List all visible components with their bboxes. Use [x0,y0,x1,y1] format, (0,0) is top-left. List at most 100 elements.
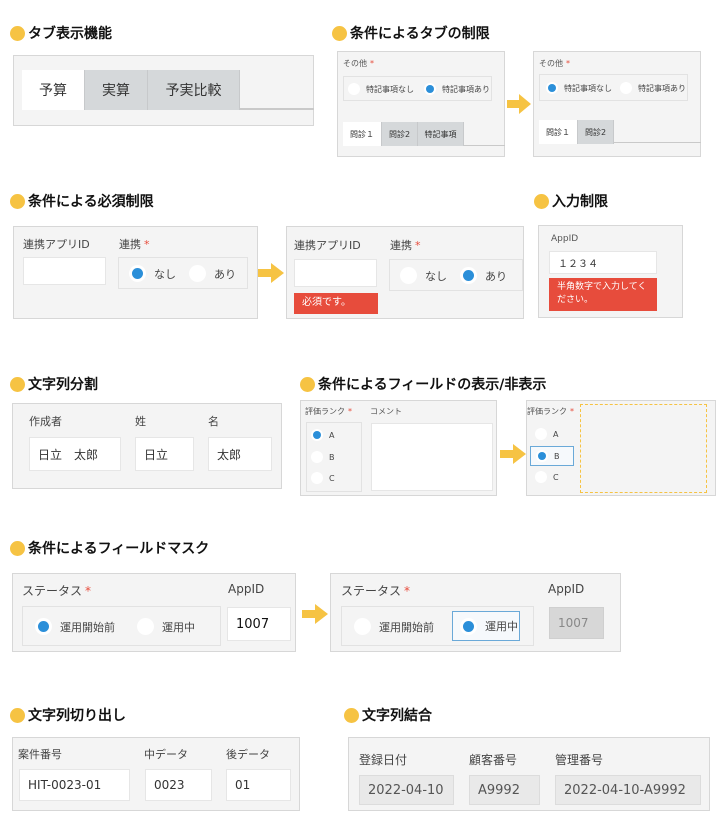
section-heading-field-mask: 条件によるフィールドマスク [10,538,209,558]
bullet-icon [10,540,25,556]
radio-none[interactable]: なし [400,267,447,284]
radio-selected-icon [546,82,558,94]
trailing-data-input[interactable]: 01 [226,769,291,801]
appid-masked-input: 1007 [549,607,604,639]
substring-panel: 案件番号 HIT-0023-01 中データ 0023 後データ 01 [12,737,300,811]
string-split-panel: 作成者 日立 太郎 姓 日立 名 太郎 [12,403,282,489]
radio-rank-b[interactable]: B [311,451,335,463]
radio-icon [400,267,417,284]
required-error-message: 必須です。 [294,293,378,314]
radio-pre-operation[interactable]: 運用開始前 [35,618,115,635]
radio-has-notes[interactable]: 特記事項あり [620,82,686,94]
radio-no-notes[interactable]: 特記事項なし [546,82,612,94]
radio-rank-a[interactable]: A [535,428,558,440]
bullet-icon [10,707,25,723]
radio-no-notes[interactable]: 特記事項なし [348,83,414,95]
radio-group: 特記事項なし 特記事項あり [343,76,492,101]
conditional-tab-after-panel: その他 * 特記事項なし 特記事項あり 問診１ 問診2 [533,51,701,157]
radio-selected-icon [35,618,52,635]
radio-icon [311,451,323,463]
link-label: 連携 * [119,238,150,251]
tab-bar: 予算 実算 予実比較 [22,70,240,110]
tab-comparison[interactable]: 予実比較 [148,70,240,110]
tab-underline [240,108,314,110]
radio-yes[interactable]: あり [460,267,507,284]
tab-display-panel: 予算 実算 予実比較 [13,55,314,126]
case-number-input[interactable]: HIT-0023-01 [19,769,130,801]
given-name-label: 名 [208,415,219,428]
tab-actual[interactable]: 実算 [85,70,148,110]
customer-number-label: 顧客番号 [469,753,518,767]
radio-icon [535,471,547,483]
bullet-icon [10,25,25,41]
hidden-comment-area [580,404,707,493]
tab-interview-2[interactable]: 問診2 [578,120,614,144]
conditional-visibility-after-panel: 評価ランク * A B C [526,400,716,496]
section-heading-substring: 文字列切り出し [10,705,126,725]
bullet-icon [300,376,315,392]
middle-data-label: 中データ [144,748,188,761]
radio-none[interactable]: なし [129,265,176,282]
surname-input[interactable]: 日立 [135,437,194,471]
radio-group: 運用開始前 運用中 [341,606,534,646]
radio-icon [535,428,547,440]
linked-app-id-input[interactable] [294,259,377,287]
appid-input[interactable]: 1007 [227,607,291,641]
radio-rank-c[interactable]: C [311,472,335,484]
conditional-tab-before-panel: その他 * 特記事項なし 特記事項あり 問診１ 問診2 特記事項 [337,51,505,157]
section-heading-tab-display: タブ表示機能 [10,23,112,43]
radio-in-operation[interactable]: 運用中 [452,611,520,641]
appid-label: AppID [228,582,265,596]
bullet-icon [10,376,25,392]
section-heading-concat: 文字列結合 [344,705,432,725]
conditional-required-after-panel: 連携アプリID 必須です。 連携 * なし あり [286,226,524,319]
radio-rank-c[interactable]: C [535,471,559,483]
radio-group: 特記事項なし 特記事項あり [539,74,688,101]
middle-data-input[interactable]: 0023 [145,769,212,801]
linked-app-id-label: 連携アプリID [294,239,361,252]
tab-budget[interactable]: 予算 [22,70,85,110]
tab-special-notes[interactable]: 特記事項 [418,122,464,146]
section-heading-conditional-visibility: 条件によるフィールドの表示/非表示 [300,374,546,394]
registration-date-label: 登録日付 [359,753,408,767]
appid-input[interactable]: １２３４ [549,251,657,274]
radio-selected-icon [536,450,548,462]
management-number-input: 2022-04-10-A9992 [555,775,701,805]
tab-bar: 問診１ 問診2 [539,120,614,144]
radio-icon [620,82,632,94]
given-name-input[interactable]: 太郎 [208,437,272,471]
appid-label: AppID [548,582,585,596]
concat-panel: 登録日付 2022-04-10 顧客番号 A9992 管理番号 2022-04-… [348,737,710,811]
radio-rank-b[interactable]: B [530,446,574,466]
radio-selected-icon [460,617,477,635]
linked-app-id-input[interactable] [23,257,106,285]
status-label: ステータス * [341,584,411,598]
comment-label: コメント [370,407,402,416]
comment-textarea[interactable] [371,423,493,491]
linked-app-id-label: 連携アプリID [23,238,90,251]
radio-icon [354,618,371,635]
tab-interview-2[interactable]: 問診2 [382,122,418,146]
section-heading-conditional-required: 条件による必須制限 [10,191,154,211]
tab-interview-1[interactable]: 問診１ [343,122,382,146]
status-label: ステータス * [22,584,92,598]
radio-has-notes[interactable]: 特記事項あり [424,83,490,95]
radio-pre-operation[interactable]: 運用開始前 [354,618,434,635]
radio-icon [311,472,323,484]
radio-icon [348,83,360,95]
field-label: その他 * [343,59,374,68]
radio-group: なし あり [389,259,523,291]
rank-label: 評価ランク * [527,407,574,416]
bullet-icon [534,193,549,209]
bullet-icon [10,193,25,209]
radio-selected-icon [311,429,323,441]
creator-input[interactable]: 日立 太郎 [29,437,121,471]
radio-in-operation[interactable]: 運用中 [137,618,195,635]
radio-group: なし あり [118,257,248,289]
radio-yes[interactable]: あり [189,265,236,282]
radio-selected-icon [129,265,146,282]
creator-label: 作成者 [29,415,62,428]
radio-rank-a[interactable]: A [311,429,334,441]
tab-interview-1[interactable]: 問診１ [539,120,578,144]
link-label: 連携 * [390,239,421,252]
